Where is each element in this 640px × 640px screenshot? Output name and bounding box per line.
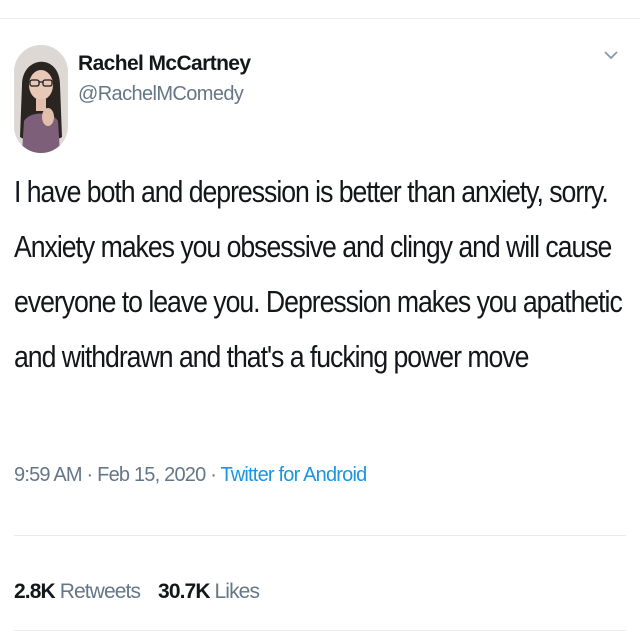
tweet-source-link[interactable]: Twitter for Android [220,464,367,486]
tweet-text-line: I have both and depression is better tha… [14,174,609,209]
bottom-divider [14,630,626,631]
tweet-meta: 9:59 AM · Feb 15, 2020 · Twitter for And… [14,462,367,488]
tweet-time[interactable]: 9:59 AM [14,464,83,486]
tweet-card: Rachel McCartney @RachelMComedy I have b… [0,19,640,640]
tweet-stats: 2.8K Retweets 30.7K Likes [14,578,277,606]
retweets-count: 2.8K [14,580,56,603]
avatar[interactable] [14,45,68,153]
tweet-date[interactable]: Feb 15, 2020 [97,464,206,486]
chevron-down-icon [604,51,618,60]
tweet-menu-button[interactable] [600,44,622,66]
likes-label: Likes [214,580,260,603]
meta-separator: · [81,464,98,486]
retweets-label: Retweets [59,580,141,603]
author-display-name[interactable]: Rachel McCartney [78,51,251,77]
meta-separator: · [205,464,221,486]
profile-photo-icon [14,45,68,153]
likes-count: 30.7K [158,580,210,603]
retweets-stat[interactable]: 2.8K Retweets [14,578,141,606]
author-block: Rachel McCartney @RachelMComedy [78,51,251,107]
tweet-text: I have both and depression is better tha… [14,164,626,384]
likes-stat[interactable]: 30.7K Likes [158,578,260,606]
tweet-text-line: everyone to leave you. Depression makes … [14,284,623,319]
author-handle[interactable]: @RachelMComedy [78,81,250,107]
tweet-text-line: and withdrawn and that's a fucking power… [14,339,529,374]
tweet-text-line: Anxiety makes you obsessive and clingy a… [14,229,612,264]
stats-divider [14,535,626,536]
